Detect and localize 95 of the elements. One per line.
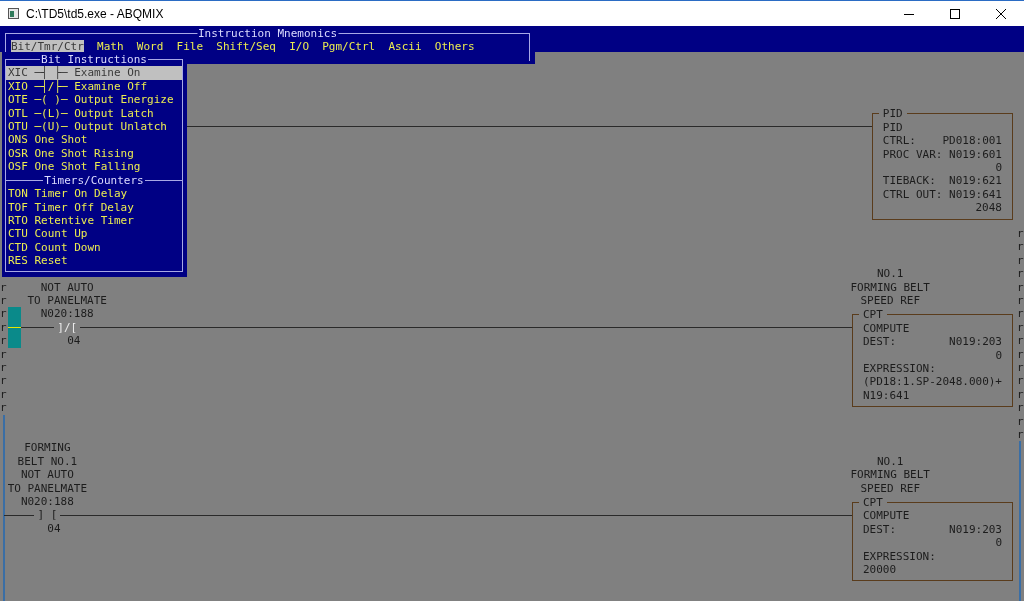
rung-comment: FORMING BELT xyxy=(850,280,930,294)
menu-tab[interactable]: Pgm/Ctrl xyxy=(322,40,376,54)
field-label: TIEBACK: xyxy=(882,174,936,188)
field-value: N019:203 xyxy=(949,335,1002,349)
block-value: 2048 xyxy=(974,201,1002,215)
rung-comment: NO.1 xyxy=(876,267,904,281)
rung-marker: r xyxy=(0,294,7,308)
field-label: CTRL: xyxy=(882,134,916,148)
instruction-item[interactable]: XIC ─┤ ├─ Examine On xyxy=(6,66,182,80)
contact-symbol: ] [ xyxy=(34,508,61,522)
menu-tab[interactable]: Ascii xyxy=(388,40,422,54)
instruction-item[interactable]: TOF Timer Off Delay xyxy=(6,200,182,214)
rung-marker: r xyxy=(1017,267,1024,281)
rung-marker: r xyxy=(1017,227,1024,241)
contact-bit: 04 xyxy=(47,521,61,536)
field-value: N019:641 xyxy=(949,187,1002,202)
block-text: EXPRESSION: xyxy=(862,362,937,376)
instruction-item[interactable]: ONS One Shot xyxy=(6,133,182,147)
rung-marker: r xyxy=(1017,428,1024,442)
field-label: CTRL OUT: xyxy=(882,187,943,202)
block-text: COMPUTE xyxy=(862,321,911,336)
block-text: EXPRESSION: xyxy=(863,549,937,563)
rung-marker: r xyxy=(1017,320,1024,335)
instruction-item[interactable]: TON Timer On Delay xyxy=(6,187,182,201)
block-value: 0 xyxy=(994,161,1002,175)
rung-comment: FORMING xyxy=(24,441,71,455)
block-value: 0 xyxy=(994,536,1002,550)
field-label: DEST: xyxy=(862,335,897,349)
rung-comment: NOT AUTO xyxy=(20,468,74,482)
rung-marker: r xyxy=(0,307,7,321)
rung-marker: r xyxy=(0,334,7,348)
field-label: PROC VAR: xyxy=(882,147,943,161)
rung-marker: r xyxy=(1017,387,1024,402)
field-value: N019:621 xyxy=(949,174,1002,188)
block-text: PID xyxy=(882,120,904,135)
instruction-item[interactable]: OTE ─( )─ Output Energize xyxy=(6,93,182,107)
instruction-item[interactable]: CTU Count Up xyxy=(6,227,182,241)
rung-marker: r xyxy=(1017,253,1024,268)
contact-symbol: ]/[ xyxy=(54,320,81,335)
rung-marker: r xyxy=(0,320,7,335)
instruction-item[interactable]: XIO ─┤/├─ Examine Off xyxy=(6,79,182,94)
menu-tab[interactable]: File xyxy=(176,40,204,54)
instruction-item[interactable]: OTU ─(U)─ Output Unlatch xyxy=(6,119,182,134)
rung-marker: r xyxy=(0,361,7,375)
rung-marker: r xyxy=(1017,361,1024,375)
rung-marker: r xyxy=(1017,294,1024,308)
rung-marker: r xyxy=(1017,280,1024,294)
rung-comment: FORMING BELT xyxy=(850,468,930,482)
rung-marker: r xyxy=(1017,307,1024,321)
block-text: 20000 xyxy=(863,563,898,577)
block-text: N19:641 xyxy=(862,388,911,403)
rung-comment: NOT AUTO xyxy=(40,280,94,294)
menu-tab[interactable]: Shift/Seq xyxy=(216,40,276,54)
window-title: C:\TD5\td5.exe - ABQMIX xyxy=(26,6,165,21)
instruction-item[interactable]: OSF One Shot Falling xyxy=(6,160,182,174)
rung-comment: TO PANELMATE xyxy=(27,294,107,308)
rung-marker: r xyxy=(1017,374,1024,388)
rung-marker: r xyxy=(1017,414,1024,428)
rung-marker: r xyxy=(0,387,7,402)
rung-marker: r xyxy=(1017,347,1024,361)
rung-marker: r xyxy=(1017,334,1024,348)
rung-comment: BELT NO.1 xyxy=(17,454,78,469)
block-text: (PD18:1.SP-2048.000)+ xyxy=(862,375,1002,389)
instruction-item[interactable]: CTD Count Down xyxy=(6,240,182,255)
instruction-item[interactable]: OTL ─(L)─ Output Latch xyxy=(6,106,182,120)
rung-comment: NO.1 xyxy=(876,454,904,469)
instruction-item[interactable]: RES Reset xyxy=(6,254,182,268)
instruction-item[interactable]: RTO Retentive Timer xyxy=(6,213,182,228)
field-value: N019:203 xyxy=(949,522,1002,537)
menu-tab[interactable]: I/O xyxy=(289,40,309,54)
close-icon xyxy=(996,8,1006,19)
rung-marker: r xyxy=(0,347,7,361)
block-text: COMPUTE xyxy=(863,509,911,523)
rung-marker: r xyxy=(0,374,7,388)
rung-comment: SPEED REF xyxy=(860,481,920,495)
section-title: Timers/Counters xyxy=(43,173,145,188)
rung-marker: r xyxy=(1017,240,1024,254)
menu-tab[interactable]: Word xyxy=(136,40,164,54)
menu-tab[interactable]: Math xyxy=(97,40,124,54)
block-value: 0 xyxy=(994,348,1002,362)
contact-address: N020:188 xyxy=(40,307,94,321)
menu-tab[interactable]: Others xyxy=(434,40,475,54)
rung-marker: r xyxy=(1017,401,1024,415)
field-value: N019:601 xyxy=(949,147,1002,161)
field-value: PD018:001 xyxy=(942,134,1002,148)
maximize-icon xyxy=(950,8,960,19)
console-app-icon xyxy=(8,8,19,19)
rung-marker: r xyxy=(0,401,7,415)
rung-comment: SPEED REF xyxy=(860,294,920,308)
field-label: DEST: xyxy=(863,522,897,537)
instruction-item[interactable]: OSR One Shot Rising xyxy=(6,146,182,161)
contact-bit: 04 xyxy=(67,334,81,348)
rung-comment: TO PANELMATE xyxy=(7,481,88,495)
rung-marker: r xyxy=(0,280,7,294)
contact-address: N020:188 xyxy=(20,494,74,509)
